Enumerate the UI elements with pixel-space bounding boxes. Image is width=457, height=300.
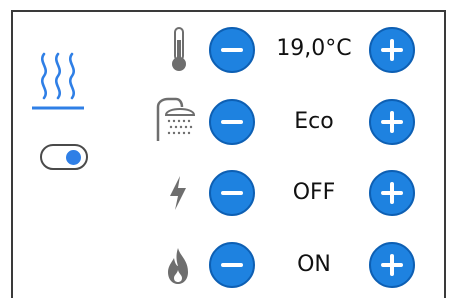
shower-mode-value: Eco bbox=[294, 109, 334, 134]
temperature-increase-button[interactable] bbox=[369, 27, 415, 73]
shower-increase-button[interactable] bbox=[369, 99, 415, 145]
flame-icon bbox=[168, 248, 188, 284]
flame-value: ON bbox=[297, 252, 331, 277]
power-value: OFF bbox=[292, 180, 336, 205]
temperature-value: 19,0°C bbox=[276, 36, 352, 61]
power-row: OFF bbox=[0, 168, 457, 218]
flame-increase-button[interactable] bbox=[369, 242, 415, 288]
power-decrease-button[interactable] bbox=[209, 170, 255, 216]
flame-row: ON bbox=[0, 240, 457, 290]
flame-decrease-button[interactable] bbox=[209, 242, 255, 288]
toggle-knob bbox=[66, 150, 81, 165]
thermometer-icon bbox=[172, 27, 186, 71]
temperature-decrease-button[interactable] bbox=[209, 27, 255, 73]
temperature-row: 19,0°C bbox=[0, 25, 457, 75]
shower-row: Eco bbox=[0, 97, 457, 147]
heating-toggle[interactable] bbox=[40, 144, 88, 170]
lightning-icon bbox=[170, 176, 186, 210]
shower-decrease-button[interactable] bbox=[209, 99, 255, 145]
shower-icon bbox=[156, 97, 196, 141]
power-increase-button[interactable] bbox=[369, 170, 415, 216]
